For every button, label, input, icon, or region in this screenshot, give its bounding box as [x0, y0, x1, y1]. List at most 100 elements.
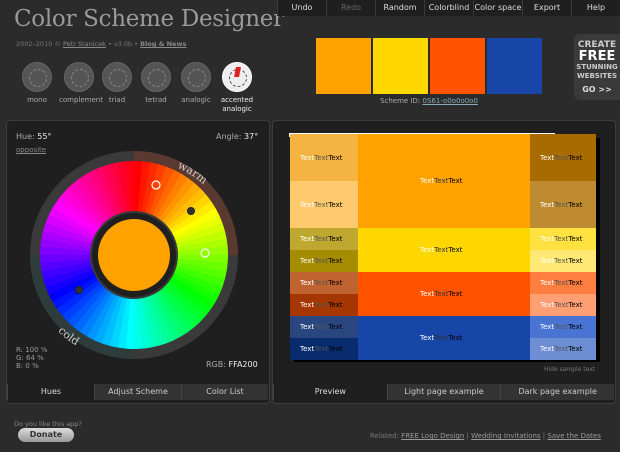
tab-color-list[interactable]: Color List	[181, 384, 268, 400]
menu-help[interactable]: Help	[571, 0, 620, 16]
menu-export[interactable]: Export	[522, 0, 571, 16]
sample-text: TextTextText	[420, 246, 463, 254]
sample-text: TextTextText	[540, 154, 583, 162]
scheme-swatches	[316, 38, 542, 94]
swatch-secondary-b[interactable]	[430, 38, 485, 94]
sample-text: TextTextText	[300, 201, 343, 209]
related-link-save-dates[interactable]: Save the Dates	[547, 432, 601, 440]
sample-text-word: Text	[300, 301, 315, 309]
sample-text-word: Text	[328, 301, 343, 309]
menu-random[interactable]: Random	[375, 0, 424, 16]
sample-text: TextTextText	[420, 290, 463, 298]
hue-handle[interactable]	[187, 207, 195, 215]
related-link-wedding[interactable]: Wedding Invitations	[471, 432, 540, 440]
preview-right-blue: TextTextText	[530, 316, 596, 338]
menu-color-space[interactable]: Color space	[473, 0, 522, 16]
swatch-primary[interactable]	[316, 38, 371, 94]
sample-text-word: Text	[554, 200, 569, 209]
tab-light-page[interactable]: Light page example	[386, 384, 501, 400]
sample-text-word: Text	[434, 334, 449, 342]
tab-adjust-scheme[interactable]: Adjust Scheme	[94, 384, 181, 400]
mode-label: triad	[108, 96, 126, 104]
sample-text-word: Text	[540, 345, 555, 353]
sample-text-word: Text	[568, 257, 583, 265]
top-menu: Undo Redo Random Colorblind Color space …	[277, 0, 620, 16]
mode-triad[interactable]: triad	[97, 62, 137, 105]
tab-dark-page[interactable]: Dark page example	[500, 384, 615, 400]
right-tabs: Preview Light page example Dark page exa…	[273, 384, 615, 400]
mode-mono[interactable]: mono	[17, 62, 57, 105]
ad-banner[interactable]: CREATE FREE STUNNING WEBSITES GO >>	[574, 34, 620, 100]
preview-left-blue: TextTextText	[290, 316, 358, 338]
preview-right-orange: TextTextText	[530, 134, 596, 181]
donate-button[interactable]: Donate	[18, 428, 74, 442]
sample-text-word: Text	[328, 257, 343, 265]
rgb-r: R: 100 %	[16, 346, 48, 354]
preview-left-orange: TextTextText	[290, 181, 358, 228]
scheme-id-link[interactable]: 0S61-o0o0o0o0	[423, 97, 478, 105]
sample-text-word: Text	[328, 279, 343, 287]
swatch-secondary-a[interactable]	[373, 38, 428, 94]
tab-hues[interactable]: Hues	[7, 384, 94, 400]
sample-text-word: Text	[554, 153, 569, 162]
related-link-logo[interactable]: FREE Logo Design	[401, 432, 464, 440]
color-preview: TextTextText TextTextText TextTextText Text…	[290, 134, 596, 360]
sample-text: TextTextText	[540, 345, 583, 353]
sample-text-word: Text	[434, 290, 449, 298]
sample-text-word: Text	[540, 257, 555, 265]
hue-handle[interactable]	[75, 286, 83, 294]
related-links: Related: FREE Logo Design | Wedding Invi…	[370, 432, 601, 440]
tetrad-mode-icon	[141, 62, 171, 92]
ad-line: FREE	[578, 49, 616, 64]
rgb-percentages: R: 100 % G: 64 % B: 0 %	[16, 346, 47, 370]
author-link[interactable]: Petr Stanicek	[63, 40, 106, 48]
mode-analogic[interactable]: analogic	[176, 62, 216, 105]
sample-text: TextTextText	[420, 177, 463, 185]
rgb-hex-label: RGB:	[206, 360, 229, 369]
sample-text-word: Text	[420, 290, 435, 298]
sample-text-word: Text	[434, 177, 449, 185]
preview-right-red: TextTextText	[530, 294, 596, 316]
mode-label: mono	[27, 96, 47, 104]
sample-text-word: Text	[300, 323, 315, 331]
blog-link[interactable]: Blog & News	[140, 40, 186, 48]
center-color	[98, 219, 170, 291]
sample-text-word: Text	[554, 345, 569, 353]
swatch-complement[interactable]	[487, 38, 542, 94]
sample-text: TextTextText	[300, 154, 343, 162]
sample-text: TextTextText	[540, 201, 583, 209]
left-tabs: Hues Adjust Scheme Color List	[7, 384, 268, 400]
menu-redo[interactable]: Redo	[326, 0, 375, 16]
sample-text-word: Text	[314, 257, 329, 265]
sample-text-word: Text	[448, 290, 463, 298]
copyright-text: 2002–2010 ©	[16, 40, 63, 48]
menu-undo[interactable]: Undo	[277, 0, 326, 16]
mode-label: analogic	[181, 96, 211, 104]
preview-right-orange: TextTextText	[530, 181, 596, 228]
mode-label: complement	[59, 96, 103, 104]
tab-preview[interactable]: Preview	[273, 384, 387, 400]
sample-text-word: Text	[314, 301, 329, 309]
mode-complement[interactable]: complement	[59, 62, 103, 105]
mode-label: accented analogic	[220, 96, 254, 113]
sample-text-word: Text	[328, 345, 343, 353]
triad-mode-icon	[102, 62, 132, 92]
sample-text-word: Text	[540, 200, 555, 209]
color-wheel[interactable]: warm cold	[16, 132, 256, 362]
menu-colorblind[interactable]: Colorblind	[424, 0, 473, 16]
mode-tetrad[interactable]: tetrad	[136, 62, 176, 105]
hide-sample-text[interactable]: Hide sample text	[544, 366, 595, 373]
rgb-hex-readout: RGB: FFA200	[206, 360, 258, 369]
sample-text: TextTextText	[300, 257, 343, 265]
sample-text-word: Text	[328, 235, 343, 243]
mode-accented-analogic[interactable]: accented analogic	[216, 62, 258, 114]
scheme-id-label: Scheme ID:	[380, 97, 423, 105]
ad-line: WEBSITES	[576, 72, 618, 80]
accented-analogic-mode-icon	[222, 62, 252, 92]
sample-text: TextTextText	[300, 345, 343, 353]
sample-text-word: Text	[568, 153, 583, 162]
preview-right-yellow: TextTextText	[530, 250, 596, 272]
app-title: Color Scheme Designer	[14, 6, 284, 32]
sample-text-word: Text	[300, 345, 315, 353]
sample-text-word: Text	[300, 200, 315, 209]
